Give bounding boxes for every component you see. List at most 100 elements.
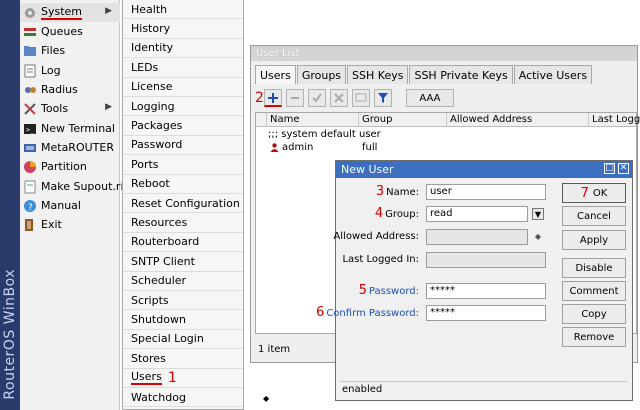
- enable-button[interactable]: [307, 89, 326, 107]
- disable-button[interactable]: Disable: [562, 258, 626, 278]
- submenu-label: Special Login: [131, 332, 204, 346]
- submenu-label: History: [131, 22, 171, 36]
- menu-label-manual: Manual: [41, 199, 81, 212]
- comment-button[interactable]: Comment: [562, 281, 626, 301]
- submenu-item-resources[interactable]: Resources: [123, 213, 243, 233]
- tab-active-users[interactable]: Active Users: [513, 65, 593, 84]
- comment-icon: [355, 93, 367, 102]
- group-select[interactable]: read: [426, 206, 528, 222]
- column-header-name[interactable]: Name: [266, 113, 358, 127]
- header-sort-cell: [256, 113, 266, 127]
- menu-item-system[interactable]: System ▶: [20, 3, 120, 22]
- dialog-title: New User: [341, 163, 394, 176]
- menu-item-radius[interactable]: Radius: [20, 80, 120, 99]
- tab-label: Active Users: [518, 68, 588, 82]
- submenu-item-license[interactable]: License: [123, 77, 243, 97]
- maximize-icon[interactable]: □: [604, 163, 615, 174]
- tab-groups[interactable]: Groups: [296, 65, 347, 84]
- submenu-item-routerboard[interactable]: Routerboard: [123, 232, 243, 253]
- remove-button[interactable]: Remove: [562, 327, 626, 347]
- close-icon[interactable]: ✕: [618, 163, 629, 174]
- confirm-password-field[interactable]: *****: [426, 305, 546, 321]
- tab-ssh-private-keys[interactable]: SSH Private Keys: [409, 65, 513, 84]
- submenu-item-reset-configuration[interactable]: Reset Configuration: [123, 194, 243, 214]
- queues-icon: [23, 25, 37, 39]
- step-marker-3: 3: [375, 184, 385, 199]
- menu-item-make-supout[interactable]: Make Supout.rif: [20, 177, 127, 196]
- submenu-item-watchdog[interactable]: Watchdog: [123, 388, 243, 408]
- table-row[interactable]: admin full: [256, 141, 636, 154]
- submenu-item-logging[interactable]: Logging: [123, 97, 243, 117]
- submenu-item-reboot[interactable]: Reboot: [123, 174, 243, 194]
- supout-icon: [23, 180, 37, 194]
- submenu-item-ports[interactable]: Ports: [123, 155, 243, 175]
- cancel-button[interactable]: Cancel: [562, 206, 626, 226]
- dropdown-arrow-icon[interactable]: ▼: [532, 208, 544, 220]
- tab-bar: Users Groups SSH Keys SSH Private Keys A…: [255, 65, 593, 84]
- scroll-left-arrow-icon[interactable]: ◆: [261, 394, 343, 404]
- submenu-item-scripts[interactable]: Scripts: [123, 291, 243, 311]
- dialog-status-bar: enabled: [339, 381, 627, 397]
- menu-item-new-terminal[interactable]: >_ New Terminal: [20, 119, 120, 138]
- window-title: User List: [251, 46, 637, 61]
- menu-item-tools[interactable]: Tools ▶: [20, 99, 120, 118]
- copy-button[interactable]: Copy: [562, 304, 626, 324]
- menu-item-metarouter[interactable]: MetaROUTER: [20, 138, 120, 157]
- name-label: 3 Name:: [376, 184, 419, 200]
- expand-arrows-icon[interactable]: ◆: [532, 231, 544, 243]
- user-icon: [270, 143, 279, 156]
- tab-users[interactable]: Users: [255, 65, 296, 84]
- submenu-item-scheduler[interactable]: Scheduler: [123, 271, 243, 291]
- name-field[interactable]: user: [426, 184, 546, 200]
- submenu-arrow-icon: ▶: [105, 6, 112, 16]
- menu-item-partition[interactable]: Partition: [20, 157, 120, 176]
- filter-button[interactable]: [373, 89, 392, 107]
- submenu-item-shutdown[interactable]: Shutdown: [123, 310, 243, 330]
- menu-item-queues[interactable]: Queues: [20, 22, 120, 41]
- column-header-allowed-address[interactable]: Allowed Address: [446, 113, 588, 127]
- submenu-item-password[interactable]: Password: [123, 135, 243, 156]
- submenu-label: Shutdown: [131, 313, 186, 327]
- apply-button[interactable]: Apply: [562, 230, 626, 250]
- submenu-arrow-icon: ▶: [105, 102, 112, 112]
- submenu-label: Routerboard: [131, 235, 200, 249]
- menu-label-metarouter: MetaROUTER: [41, 141, 114, 154]
- log-icon: [23, 64, 37, 78]
- menu-item-exit[interactable]: Exit: [20, 215, 120, 234]
- submenu-item-sntp-client[interactable]: SNTP Client: [123, 252, 243, 272]
- comment-button[interactable]: [351, 89, 370, 107]
- last-logged-in-label: Last Logged In:: [342, 254, 419, 265]
- menu-label-partition: Partition: [41, 160, 87, 173]
- tab-ssh-keys[interactable]: SSH Keys: [347, 65, 409, 84]
- svg-text:>_: >_: [26, 126, 35, 134]
- remove-button[interactable]: [285, 89, 304, 107]
- column-header-last-logged[interactable]: Last Logged: [588, 113, 640, 127]
- submenu-label: Resources: [131, 216, 188, 230]
- password-field[interactable]: *****: [426, 283, 546, 299]
- submenu-item-identity[interactable]: Identity: [123, 38, 243, 59]
- confirm-password-label: 6 Confirm Password:: [316, 305, 419, 321]
- add-button[interactable]: [263, 89, 282, 107]
- submenu-item-packages[interactable]: Packages: [123, 116, 243, 136]
- radius-icon: [23, 83, 37, 97]
- submenu-label: Logging: [131, 99, 175, 113]
- confirm-password-label-text: Confirm Password:: [326, 308, 419, 319]
- submenu-label: Stores: [131, 351, 166, 365]
- menu-label-radius: Radius: [41, 83, 78, 96]
- submenu-item-health[interactable]: Health: [123, 0, 243, 20]
- column-header-group[interactable]: Group: [358, 113, 446, 127]
- menu-item-files[interactable]: Files: [20, 41, 120, 60]
- ok-button[interactable]: 7 OK: [562, 183, 626, 203]
- menu-item-manual[interactable]: ? Manual: [20, 196, 120, 215]
- table-header: Name Group Allowed Address Last Logged: [256, 113, 640, 127]
- disable-button[interactable]: [329, 89, 348, 107]
- aaa-button[interactable]: AAA: [405, 89, 454, 107]
- submenu-item-leds[interactable]: LEDs: [123, 58, 243, 78]
- submenu-item-stores[interactable]: Stores: [123, 349, 243, 369]
- menu-item-log[interactable]: Log: [20, 61, 120, 80]
- submenu-item-users[interactable]: Users 1: [123, 368, 243, 388]
- submenu-item-special-login[interactable]: Special Login: [123, 329, 243, 350]
- allowed-address-field[interactable]: [426, 229, 528, 245]
- system-submenu: Health History Identity LEDs License Log…: [122, 0, 244, 410]
- submenu-item-history[interactable]: History: [123, 19, 243, 39]
